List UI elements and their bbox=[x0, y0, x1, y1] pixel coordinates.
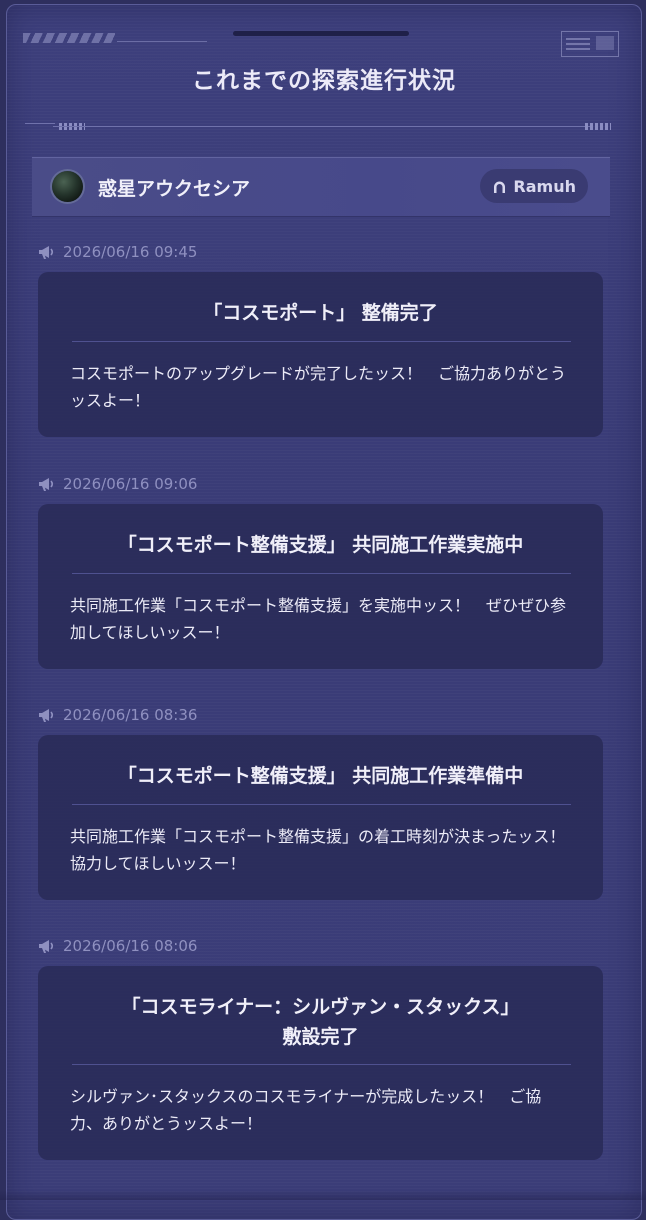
list-item[interactable]: 「コスモポート」 整備完了 コスモポートのアップグレードが完了したッス！ ご協力… bbox=[38, 272, 603, 437]
decorative-line bbox=[117, 41, 207, 42]
entry-timestamp: 2026/06/16 09:45 bbox=[38, 243, 197, 261]
title-divider bbox=[25, 123, 619, 131]
list-item[interactable]: 「コスモポート整備支援」 共同施工作業準備中 共同施工作業「コスモポート整備支援… bbox=[38, 735, 603, 900]
list-item[interactable]: 「コスモライナー：シルヴァン・スタックス」 敷設完了 シルヴァン･スタックスのコ… bbox=[38, 966, 603, 1160]
card-divider bbox=[72, 573, 571, 574]
card-body: コスモポートのアップグレードが完了したッス！ ご協力ありがとうッスよー！ bbox=[70, 364, 567, 410]
page-title: これまでの探索進行状況 bbox=[192, 68, 456, 94]
timestamp-text: 2026/06/16 09:45 bbox=[63, 243, 198, 261]
card-body: シルヴァン･スタックスのコスモライナーが完成したッス！ ご協力、ありがとうッスよ… bbox=[70, 1087, 542, 1133]
card-divider bbox=[72, 1064, 571, 1065]
card-title: 「コスモポート整備支援」 共同施工作業実施中 bbox=[117, 534, 524, 556]
entry-timestamp: 2026/06/16 09:06 bbox=[38, 475, 197, 493]
megaphone-icon bbox=[39, 709, 54, 722]
planet-header: 惑星アウクセシア Ramuh bbox=[32, 157, 610, 217]
world-name: Ramuh bbox=[513, 176, 576, 196]
card-divider bbox=[72, 341, 571, 342]
world-badge: Ramuh bbox=[480, 169, 588, 203]
card-divider bbox=[72, 804, 571, 805]
card-title: 「コスモポート」 整備完了 bbox=[203, 302, 438, 324]
planet-name: 惑星アウクセシア bbox=[98, 178, 251, 200]
bottom-fade bbox=[0, 1190, 646, 1200]
card-title: 「コスモポート整備支援」 共同施工作業準備中 bbox=[117, 765, 524, 787]
card-title: 「コスモライナー：シルヴァン・スタックス」 bbox=[121, 996, 520, 1018]
decorative-stripes bbox=[23, 33, 115, 43]
world-gate-icon bbox=[494, 181, 506, 193]
megaphone-icon bbox=[39, 940, 54, 953]
panel-notch bbox=[233, 31, 409, 36]
megaphone-icon bbox=[39, 478, 54, 491]
timestamp-text: 2026/06/16 08:06 bbox=[63, 937, 198, 955]
entry-timestamp: 2026/06/16 08:06 bbox=[38, 937, 197, 955]
card-body: 共同施工作業「コスモポート整備支援」を実施中ッス！ ぜひぜひ参加してほしいッスー… bbox=[70, 596, 567, 642]
entry-timestamp: 2026/06/16 08:36 bbox=[38, 706, 197, 724]
planet-icon bbox=[52, 171, 83, 202]
timestamp-text: 2026/06/16 09:06 bbox=[63, 475, 198, 493]
card-title-line2: 敷設完了 bbox=[282, 1026, 359, 1048]
card-body: 共同施工作業「コスモポート整備支援」の着工時刻が決まったッス！ 協力してほしいッ… bbox=[70, 827, 582, 873]
list-item[interactable]: 「コスモポート整備支援」 共同施工作業実施中 共同施工作業「コスモポート整備支援… bbox=[38, 504, 603, 669]
decorative-panel-icon bbox=[561, 31, 619, 57]
megaphone-icon bbox=[39, 246, 54, 259]
timestamp-text: 2026/06/16 08:36 bbox=[63, 706, 198, 724]
